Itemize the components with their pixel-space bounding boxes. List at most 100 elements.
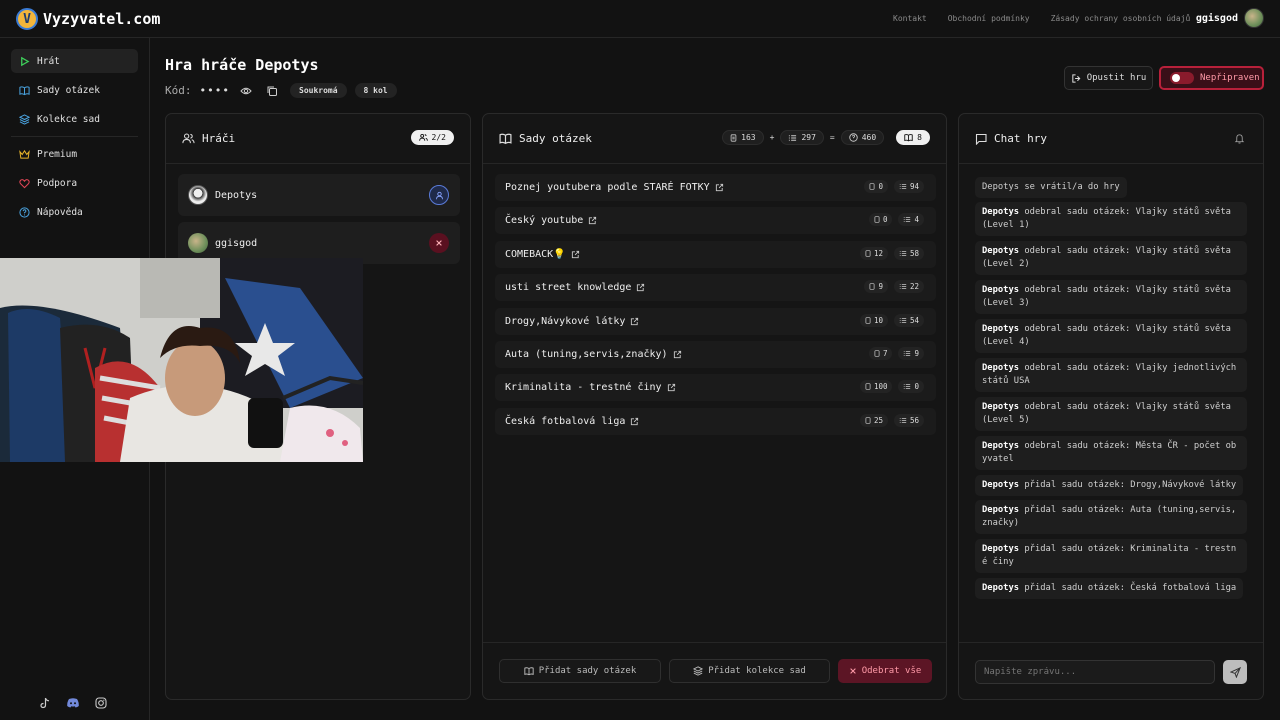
chat-user: Depotys (982, 480, 1020, 490)
stat-questions-b: 297 (780, 130, 824, 145)
sidebar-item-label: Premium (37, 148, 78, 160)
avatar (188, 185, 208, 205)
sidebar-item-hrat[interactable]: Hrát (11, 49, 138, 73)
sidebar-item-kolekce[interactable]: Kolekce sad (11, 107, 138, 131)
set-row[interactable]: Drogy,Návykové látky 10 54 (495, 307, 936, 335)
count-value: 10 (873, 315, 883, 325)
external-link-icon[interactable] (667, 383, 676, 392)
bell-icon[interactable] (1234, 133, 1245, 144)
count-value: 12 (873, 248, 883, 258)
book-icon (499, 133, 512, 145)
stat-value: 8 (917, 133, 922, 142)
set-label: Kriminalita - trestné činy (505, 382, 676, 393)
chat-message: Depotys odebral sadu otázek: Vlajky stát… (975, 397, 1247, 431)
count-value: 56 (909, 415, 919, 425)
user-menu[interactable]: ggisgod (1196, 8, 1264, 28)
set-counts: 10 54 (859, 313, 924, 327)
sidebar-item-label: Kolekce sad (37, 113, 100, 125)
set-name: Drogy,Návykové látky (505, 315, 626, 327)
close-icon (436, 240, 442, 246)
chat-text: přidal sadu otázek: Česká fotbalová liga (1019, 583, 1237, 593)
external-link-icon[interactable] (588, 216, 597, 225)
count-badge: 54 (893, 313, 924, 327)
external-link-icon[interactable] (571, 250, 580, 259)
external-link-icon[interactable] (630, 417, 639, 426)
external-link-icon[interactable] (673, 350, 682, 359)
count-value: 4 (914, 215, 919, 225)
instagram-icon[interactable] (95, 697, 107, 709)
logo[interactable]: V Vyzyvatel.com (16, 8, 160, 30)
doc-icon (874, 216, 880, 224)
chat-message: Depotys přidal sadu otázek: Kriminalita … (975, 539, 1247, 573)
count-value: 0 (878, 182, 883, 191)
users-icon (418, 133, 428, 141)
set-row[interactable]: Poznej youtubera podle STARÉ FOTKY 0 94 (495, 174, 936, 201)
sidebar-item-podpora[interactable]: Podpora (11, 171, 138, 195)
list-icon (899, 417, 907, 423)
set-counts: 9 22 (864, 280, 924, 294)
chat-user: Depotys (982, 246, 1020, 256)
count-badge: 9 (898, 347, 924, 360)
count-badge: 7 (868, 347, 893, 360)
link-kontakt[interactable]: Kontakt (893, 14, 927, 23)
tiktok-icon[interactable] (39, 697, 51, 709)
count-value: 94 (909, 182, 919, 191)
external-link-icon[interactable] (630, 317, 639, 326)
player-name: ggisgod (215, 237, 258, 249)
set-row[interactable]: Kriminalita - trestné činy 100 0 (495, 374, 936, 402)
layers-icon (693, 666, 704, 676)
set-row[interactable]: usti street knowledge 9 22 (495, 274, 936, 302)
discord-icon[interactable] (66, 697, 80, 709)
copy-icon[interactable] (266, 85, 278, 97)
chat-text: přidal sadu otázek: Kriminalita - trestn… (982, 544, 1237, 567)
send-button[interactable] (1223, 660, 1247, 684)
chat-message: Depotys přidal sadu otázek: Auta (tuning… (975, 500, 1247, 534)
chat-message: Depotys odebral sadu otázek: Vlajky stát… (975, 241, 1247, 275)
set-counts: 12 58 (859, 246, 924, 260)
external-link-icon[interactable] (715, 183, 724, 192)
chat-title: Chat hry (994, 132, 1047, 145)
ready-toggle-button[interactable]: Nepřipraven (1159, 66, 1264, 90)
add-collections-label: Přidat kolekce sad (708, 666, 806, 676)
add-collections-button[interactable]: Přidat kolekce sad (669, 659, 830, 683)
sidebar-item-napoveda[interactable]: Nápověda (11, 200, 138, 224)
sidebar-item-sady[interactable]: Sady otázek (11, 78, 138, 102)
count-badge: 22 (893, 280, 924, 294)
chat-text: odebral sadu otázek: Vlajky států světa … (982, 246, 1231, 269)
list-icon (904, 351, 911, 356)
set-name: Kriminalita - trestné činy (505, 382, 662, 394)
count-badge: 58 (893, 246, 924, 260)
footer-divider (959, 642, 1263, 643)
link-terms[interactable]: Obchodní podmínky (948, 14, 1030, 23)
count-value: 0 (914, 382, 919, 392)
count-badge: 94 (893, 180, 924, 193)
set-name: usti street knowledge (505, 282, 632, 294)
chat-text: přidal sadu otázek: Drogy,Návykové látky (1019, 480, 1237, 490)
kick-player-button[interactable] (429, 233, 449, 253)
count-value: 0 (882, 215, 888, 225)
chat-input[interactable] (975, 660, 1215, 684)
set-counts: 100 0 (859, 380, 924, 394)
set-row[interactable]: Auta (tuning,servis,značky) 7 9 (495, 341, 936, 368)
set-row[interactable]: COMEBACK💡 12 58 (495, 240, 936, 268)
external-link-icon[interactable] (636, 283, 645, 292)
stat-value: 297 (801, 133, 816, 142)
ready-toggle[interactable] (1170, 72, 1194, 84)
logo-text: Vyzyvatel.com (43, 10, 161, 28)
player-row: Depotys (178, 174, 460, 216)
social-links (39, 697, 107, 709)
list-icon (904, 384, 911, 390)
list-icon (899, 184, 907, 189)
set-row[interactable]: Česká fotbalová liga 25 56 (495, 407, 936, 435)
chat-text: odebral sadu otázek: Vlajky států světa … (982, 402, 1231, 425)
count-badge: 4 (898, 213, 924, 227)
eye-icon[interactable] (240, 85, 252, 97)
add-sets-button[interactable]: Přidat sady otázek (499, 659, 661, 683)
remove-all-button[interactable]: Odebrat vše (838, 659, 932, 683)
leave-game-button[interactable]: Opustit hru (1064, 66, 1153, 90)
set-row[interactable]: Český youtube 0 4 (495, 207, 936, 235)
sidebar-item-premium[interactable]: Premium (11, 142, 138, 166)
link-privacy[interactable]: Zásady ochrany osobních údajů (1051, 14, 1191, 23)
equals-sign: = (829, 133, 835, 142)
set-counts: 0 94 (864, 180, 924, 193)
